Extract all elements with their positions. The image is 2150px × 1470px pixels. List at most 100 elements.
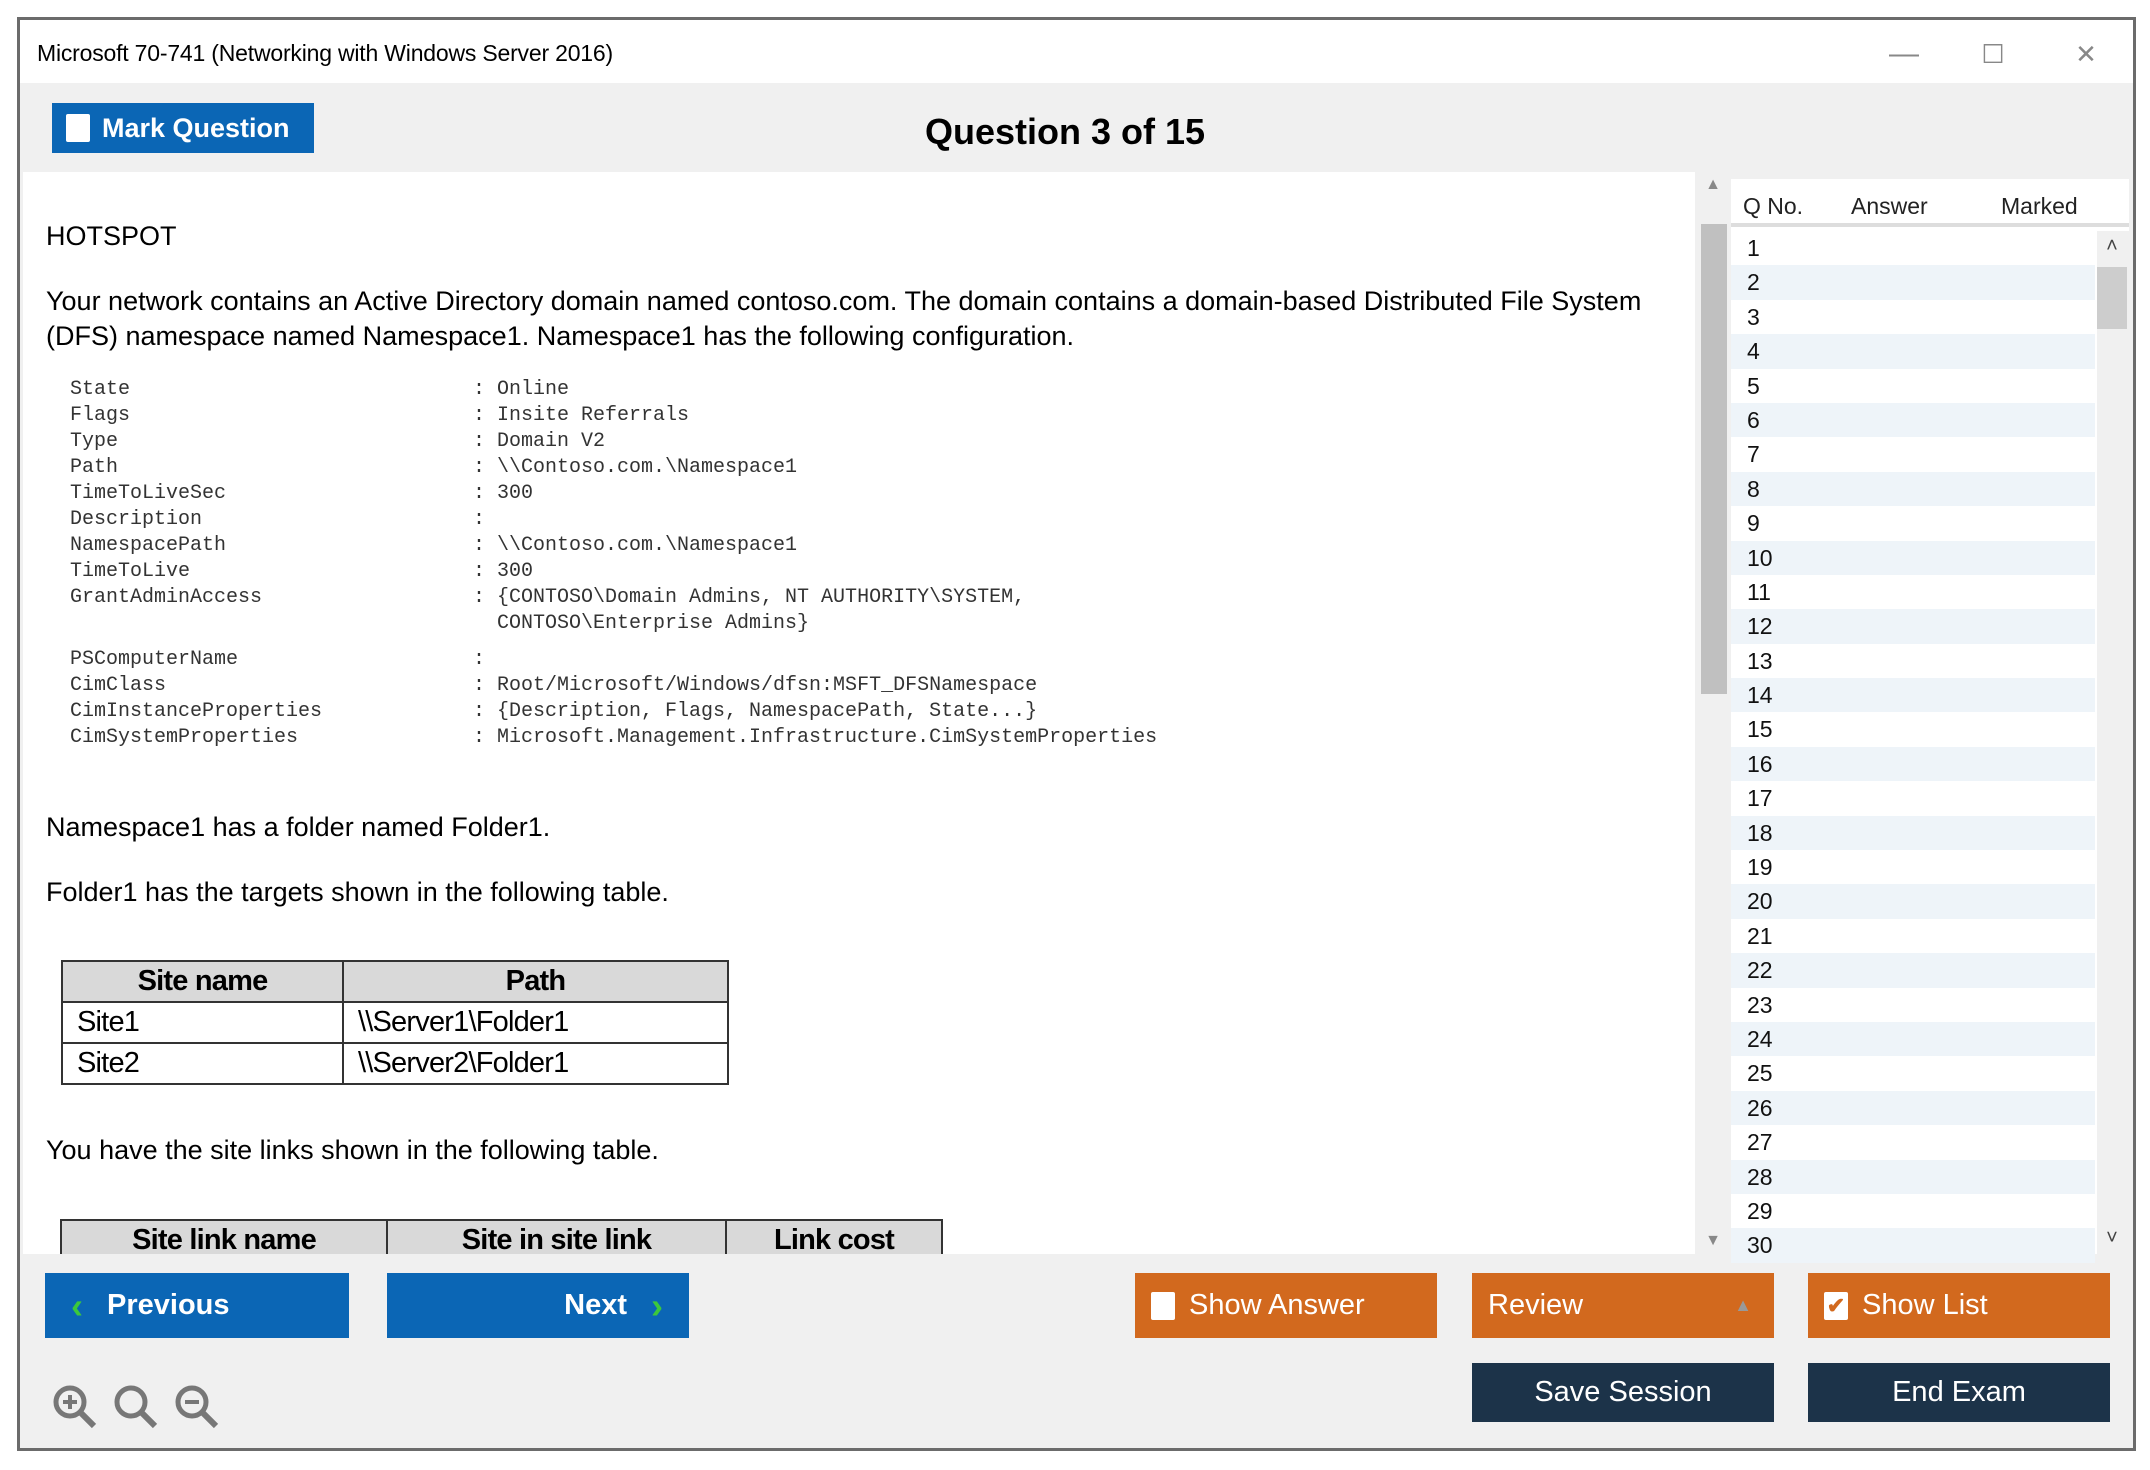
list-scroll-thumb[interactable] [2097,267,2127,329]
previous-label: Previous [107,1289,230,1321]
question-list-row[interactable]: 16 [1731,746,2095,782]
config-key: Description [70,508,203,531]
question-list-row[interactable]: 1 [1731,231,2095,265]
sitelinks-text: You have the site links shown in the fol… [46,1135,659,1165]
config-value: : Root/Microsoft/Windows/dfsn:MSFT_DFSNa… [473,674,1038,697]
question-list-row[interactable]: 22 [1731,953,2095,988]
question-list-row[interactable]: 24 [1731,1021,2095,1057]
config-line: TimeToLiveSec: 300 [70,481,1157,507]
question-list-row[interactable]: 5 [1731,369,2095,403]
question-list-row[interactable]: 3 [1731,300,2095,334]
toolbar: Mark Question Question 3 of 15 [20,83,2133,172]
table-row: Site2 \\Server2\Folder1 [61,1042,729,1085]
previous-button[interactable]: ‹ Previous [45,1273,349,1338]
question-list-row[interactable]: 9 [1731,506,2095,540]
chevron-up-icon[interactable]: ˄ [2097,235,2127,258]
zoom-in-icon[interactable] [50,1382,98,1430]
next-label: Next [564,1289,627,1321]
config-line: Flags: Insite Referrals [70,403,1157,429]
chevron-right-icon: › [651,1284,663,1326]
zoom-out-icon[interactable] [172,1382,220,1430]
config-value: CONTOSO\Enterprise Admins} [473,612,810,635]
config-key: CimInstanceProperties [70,700,323,723]
config-key: Type [70,430,119,453]
question-type: HOTSPOT [46,221,177,251]
table-header: Site name [61,960,344,1003]
question-list-row[interactable]: 14 [1731,678,2095,713]
table-cell: Site2 [61,1042,344,1085]
config-key: CimSystemProperties [70,726,299,749]
config-line: State : Online [70,377,1157,403]
question-list-row[interactable]: 30 [1731,1228,2095,1263]
config-line: Type: Domain V2 [70,429,1157,455]
question-list: 1 2 3 4 5 6 7 8 9 10 11 12 13 14 15 16 17 18 19 20 21 22 23 24 2… [1731,231,2095,1263]
question-list-row[interactable]: 13 [1731,644,2095,678]
config-line: NamespacePath : \\Contoso.com.\Namespace1 [70,533,1157,559]
question-list-row[interactable]: 25 [1731,1056,2095,1090]
review-button[interactable]: Review ▲ [1472,1273,1774,1338]
chevron-down-icon[interactable]: ˅ [2097,1227,2127,1250]
save-session-button[interactable]: Save Session [1472,1363,1774,1422]
question-list-row[interactable]: 2 [1731,265,2095,300]
question-list-row[interactable]: 23 [1731,988,2095,1022]
config-key: NamespacePath [70,534,227,557]
end-exam-button[interactable]: End Exam [1808,1363,2110,1422]
question-list-row[interactable]: 4 [1731,334,2095,369]
question-list-row[interactable]: 19 [1731,850,2095,884]
exam-window: Microsoft 70-741 (Networking with Window… [17,17,2136,1451]
question-list-row[interactable]: 7 [1731,437,2095,471]
question-list-row[interactable]: 15 [1731,712,2095,746]
question-list-row[interactable]: 20 [1731,884,2095,919]
close-button[interactable]: ✕ [2066,34,2106,74]
question-list-row[interactable]: 28 [1731,1159,2095,1194]
show-list-button[interactable]: ✔ Show List [1808,1273,2110,1338]
col-marked: Marked [2001,193,2078,219]
question-list-row[interactable]: 21 [1731,919,2095,953]
scroll-down-icon[interactable]: ▼ [1698,1232,1728,1250]
question-list-row[interactable]: 18 [1731,815,2095,851]
config-line: TimeToLive: 300 [70,559,1157,585]
question-list-row[interactable]: 12 [1731,609,2095,644]
question-list-row[interactable]: 29 [1731,1194,2095,1228]
scroll-thumb[interactable] [1701,224,1727,694]
scroll-up-icon[interactable]: ▲ [1698,176,1728,194]
question-list-row[interactable]: 6 [1731,402,2095,438]
table-header: Site in site link [386,1219,727,1254]
question-list-row[interactable]: 11 [1731,575,2095,609]
minimize-button[interactable]: — [1884,34,1924,74]
targets-table: Site name Path Site1 \\Server1\Folder1 Sit… [61,960,729,1085]
config-line: Description: [70,507,1157,533]
config-line: CimInstanceProperties: {Description, Fla… [70,699,1157,725]
config-value: : \\Contoso.com.\Namespace1 [473,534,798,557]
question-list-panel: Q No. Answer Marked 1 2 3 4 5 6 7 8 9 10 11 12 13 14 1… [1731,179,2129,1263]
show-answer-button[interactable]: Show Answer [1135,1273,1437,1338]
config-value: : {CONTOSO\Domain Admins, NT AUTHORITY\S… [473,586,1026,609]
content-scrollbar[interactable]: ▲ ▼ [1698,172,1728,1254]
config-key: TimeToLiveSec [70,482,227,505]
targets-text: Folder1 has the targets shown in the fol… [46,877,669,907]
table-cell: \\Server2\Folder1 [342,1042,729,1085]
question-intro: Your network contains an Active Director… [46,286,1642,351]
question-list-row[interactable]: 10 [1731,540,2095,575]
zoom-reset-icon[interactable] [111,1382,159,1430]
question-list-row[interactable]: 8 [1731,471,2095,507]
show-answer-label: Show Answer [1189,1289,1365,1321]
config-value: : Microsoft.Management.Infrastructure.Ci… [473,726,1158,749]
maximize-button[interactable]: ☐ [1973,34,2013,74]
config-value: : Online [473,378,570,401]
next-button[interactable]: Next › [387,1273,689,1338]
question-list-row[interactable]: 26 [1731,1090,2095,1126]
config-key: PSComputerName [70,648,239,671]
config-value: : \\Contoso.com.\Namespace1 [473,456,798,479]
title-bar: Microsoft 70-741 (Networking with Window… [20,20,2133,83]
folder-text: Namespace1 has a folder named Folder1. [46,812,551,842]
config-value: : [473,648,486,671]
question-list-row[interactable]: 27 [1731,1125,2095,1159]
table-header: Site link name [60,1219,388,1254]
config-key: State [70,378,131,401]
config-key: Flags [70,404,131,427]
question-list-row[interactable]: 17 [1731,781,2095,815]
chevron-left-icon: ‹ [71,1284,83,1326]
config-key: GrantAdminAccess [70,586,263,609]
list-scrollbar[interactable]: ˄ ˅ [2097,231,2129,1254]
